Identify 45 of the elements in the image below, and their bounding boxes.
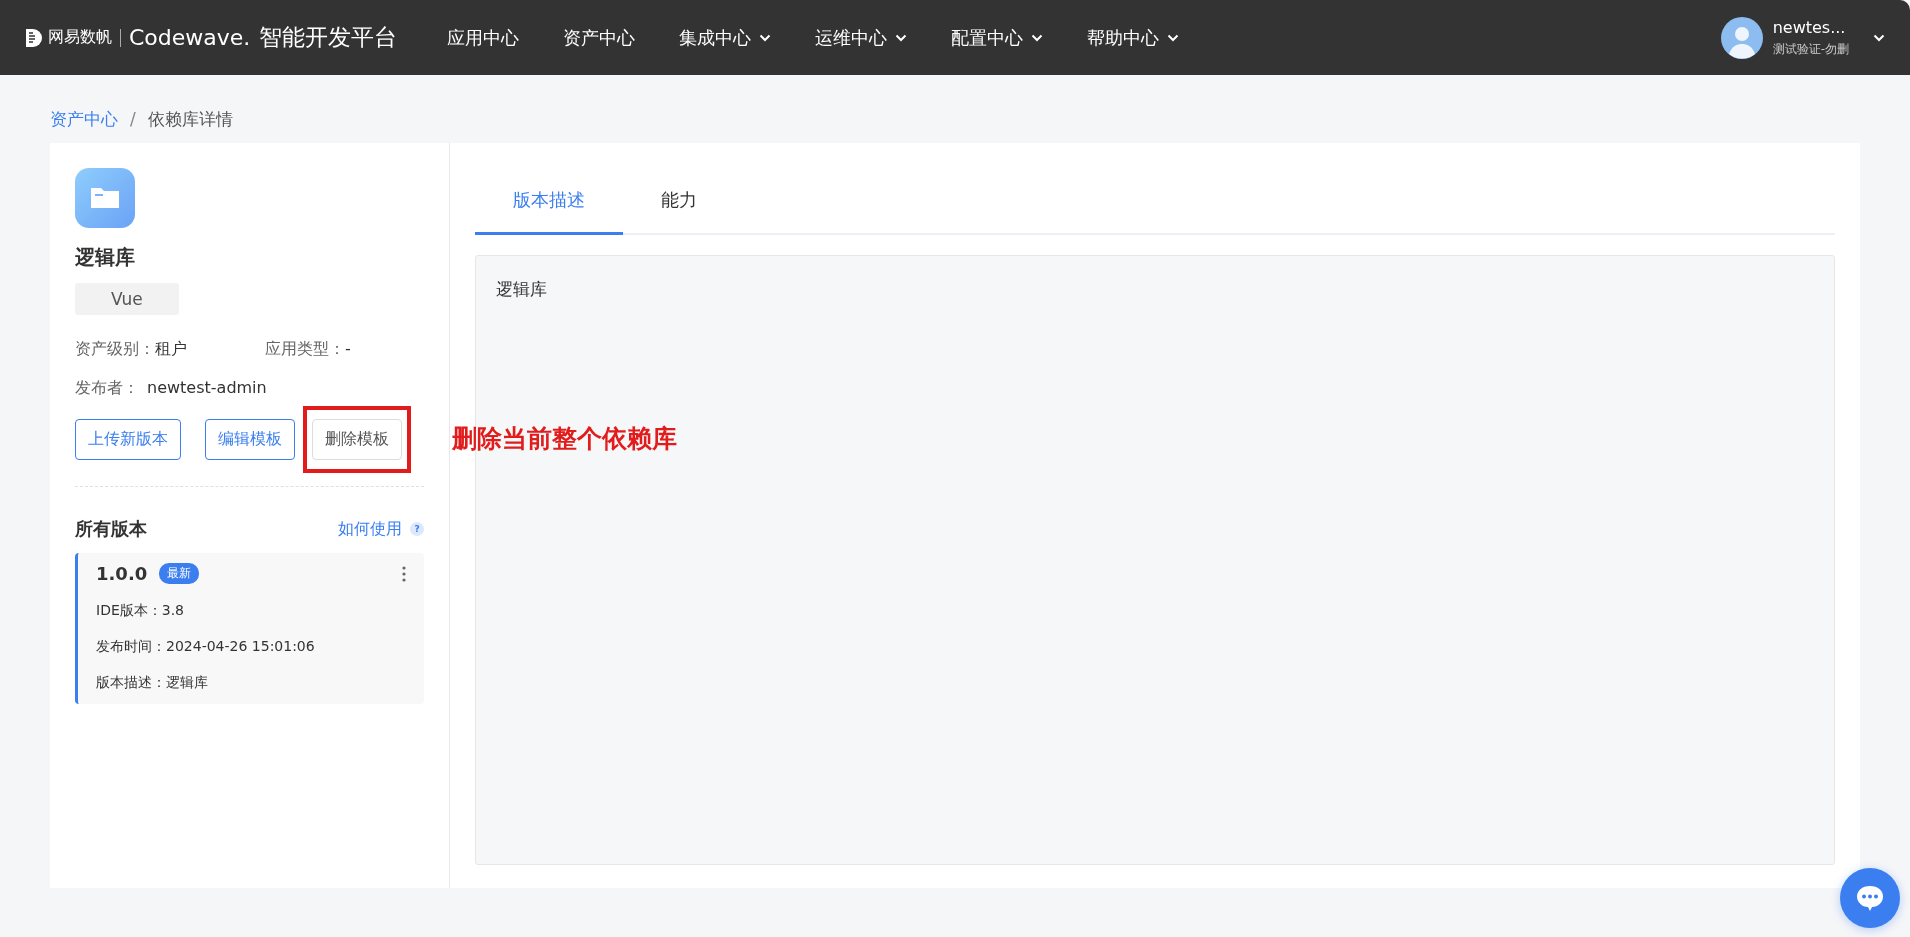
- nav-item[interactable]: 配置中心: [929, 25, 1066, 50]
- description-text: 逻辑库: [496, 279, 547, 299]
- nav-item[interactable]: 集成中心: [657, 25, 794, 50]
- version-detail: 版本描述：逻辑库: [96, 674, 209, 692]
- platform-name: 智能开发平台: [259, 23, 398, 52]
- chevron-down-icon: [1167, 33, 1180, 42]
- nav-item[interactable]: 资产中心: [541, 25, 658, 50]
- chevron-down-icon[interactable]: [1873, 33, 1885, 42]
- breadcrumb-separator: /: [130, 109, 136, 129]
- more-icon[interactable]: [402, 565, 406, 582]
- action-button[interactable]: 编辑模板: [205, 419, 295, 460]
- version-detail: IDE版本：3.8: [96, 602, 186, 620]
- nav-item[interactable]: 运维中心: [793, 25, 930, 50]
- app-type-text: 应用类型：-: [265, 339, 351, 358]
- product-name: Codewave.: [129, 25, 251, 50]
- nav-item[interactable]: 帮助中心: [1065, 25, 1202, 50]
- user-name: newtes...: [1772, 17, 1847, 37]
- version-card[interactable]: 1.0.0 最新 IDE版本：3.8 发布时间：2024-04-26 15:01:06 版本描述：逻辑库: [75, 553, 424, 704]
- action-button[interactable]: 上传新版本: [75, 419, 181, 460]
- chat-button[interactable]: [1840, 868, 1900, 928]
- chevron-down-icon: [1031, 33, 1044, 42]
- publisher-text: 发布者： newtest-admin: [75, 378, 267, 397]
- latest-badge: 最新: [159, 563, 200, 584]
- versions-title: 所有版本: [75, 517, 147, 541]
- framework-tag: Vue: [75, 283, 179, 315]
- nav-item[interactable]: 应用中心: [425, 25, 542, 50]
- version-detail: 发布时间：2024-04-26 15:01:06: [96, 638, 316, 656]
- chevron-down-icon: [759, 33, 772, 42]
- annotation-text: 删除当前整个依赖库: [452, 423, 677, 455]
- tab[interactable]: 能力: [623, 168, 735, 235]
- asset-level-text: 资产级别：租户: [75, 339, 188, 360]
- chevron-down-icon: [895, 33, 908, 42]
- tab[interactable]: 版本描述: [475, 168, 623, 235]
- delete-template-button[interactable]: 删除模板: [312, 419, 402, 460]
- tenant-name: 测试验证-勿删: [1772, 40, 1849, 58]
- brand-name: 网易数帆: [48, 27, 112, 48]
- logo-icon: [25, 27, 43, 48]
- chat-bubble-icon: [1855, 884, 1885, 912]
- avatar-icon[interactable]: [1720, 16, 1763, 59]
- breadcrumb-link[interactable]: 资产中心: [50, 107, 118, 131]
- folder-icon: [75, 168, 135, 228]
- library-title: 逻辑库: [75, 244, 135, 271]
- version-number: 1.0.0: [96, 563, 148, 584]
- current-page-title: 依赖库详情: [147, 107, 233, 131]
- help-link[interactable]: 如何使用: [338, 518, 402, 540]
